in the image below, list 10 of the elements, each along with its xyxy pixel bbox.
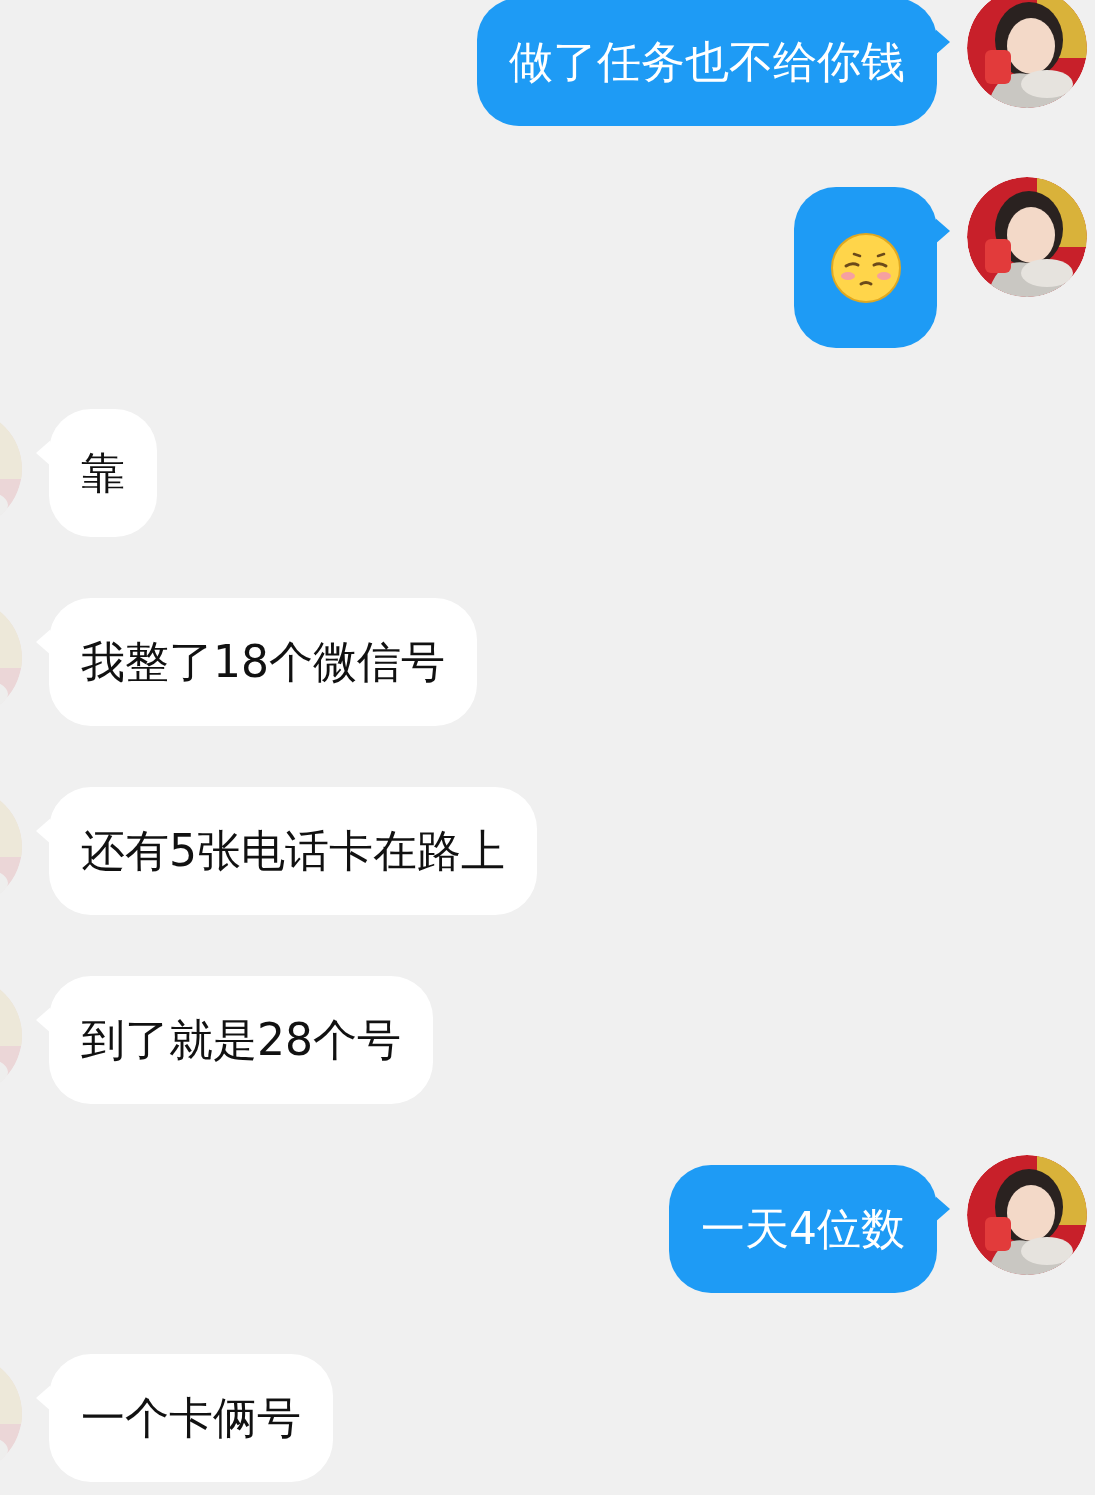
- bubble-tail: [936, 28, 950, 56]
- message-bubble: 做了任务也不给你钱: [477, 0, 937, 126]
- message-bubble: 到了就是28个号: [49, 976, 433, 1104]
- message-bubble: 我整了18个微信号: [49, 598, 477, 726]
- emoji-icon: [829, 231, 902, 304]
- message-bubble: 一个卡俩号: [49, 1354, 333, 1482]
- message-bubble: 一天4位数: [669, 1165, 937, 1293]
- message-bubble: 还有5张电话卡在路上: [49, 787, 537, 915]
- bubble-tail: [936, 1195, 950, 1223]
- message-bubble: 靠: [49, 409, 157, 537]
